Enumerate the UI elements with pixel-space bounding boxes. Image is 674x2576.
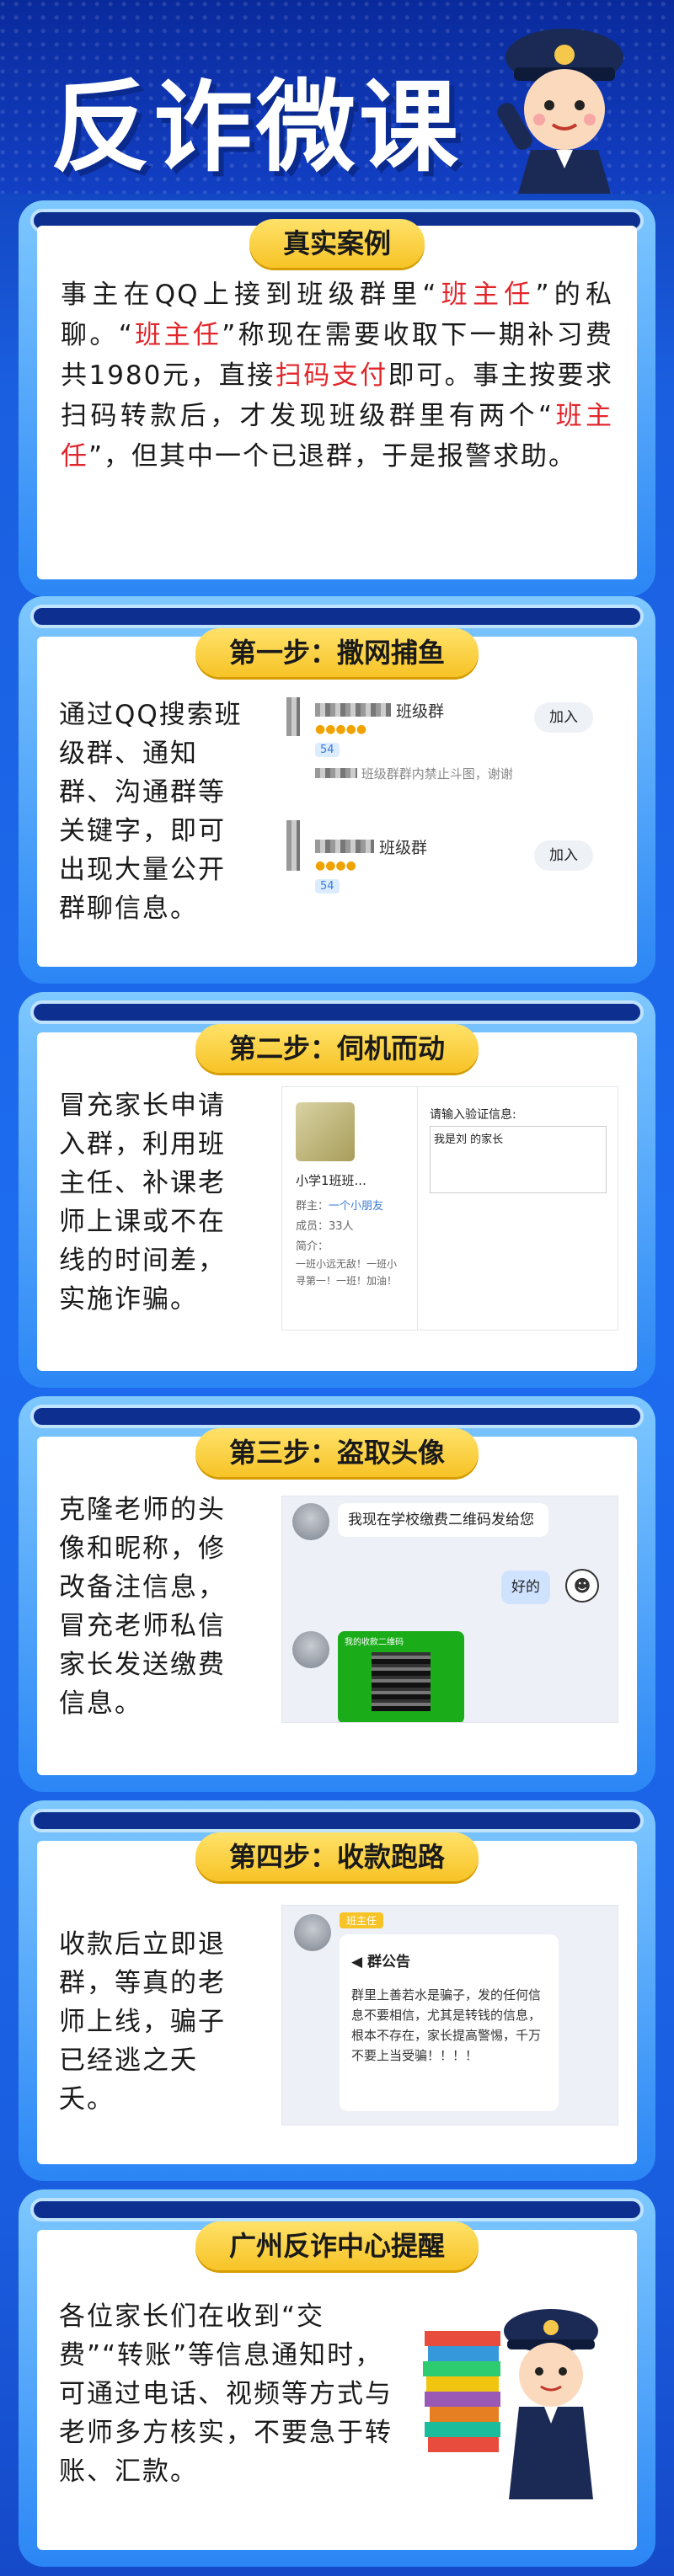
parent-avatar: ☻	[565, 1569, 599, 1603]
step1-text: 通过QQ搜索班级群、通知群、沟通群等关键字，即可出现大量公开群聊信息。	[59, 700, 243, 924]
step3-text: 克隆老师的头像和昵称，修改备注信息，冒充老师私信家长发送缴费信息。	[59, 1495, 226, 1719]
card-body: 第一步：撒网捕鱼 通过QQ搜索班级群、通知群、沟通群等关键字，即可出现大量公开群…	[37, 628, 637, 967]
notice-title: 群公告	[367, 1954, 410, 1971]
group1-name: 班级群	[396, 702, 445, 721]
step2-title-pill: 第二步：伺机而动	[195, 1024, 479, 1073]
case-seg-red: 班主任	[437, 280, 536, 310]
owner-label: 群主：	[296, 1200, 329, 1213]
card-body: 第二步：伺机而动 冒充家长申请入群，利用班主任、补课老师上课或不在线的时间差，实…	[37, 1024, 637, 1371]
step2-card: 第二步：伺机而动 冒充家长申请入群，利用班主任、补课老师上课或不在线的时间差，实…	[19, 992, 655, 1388]
step1-card: 第一步：撒网捕鱼 通过QQ搜索班级群、通知群、沟通群等关键字，即可出现大量公开群…	[19, 596, 655, 984]
group-rating-2: ●●●●	[315, 859, 356, 872]
card-top-bar	[30, 1809, 644, 1832]
police-with-books-icon	[423, 2309, 598, 2499]
qr-card: 我的收款二维码	[338, 1631, 464, 1722]
group-members: 成员：33人	[296, 1220, 354, 1233]
card-body: 广州反诈中心提醒 各位家长们在收到“交费”“转账”等信息通知时，可通过电话、视频…	[37, 2221, 637, 2550]
group-owner: 群主：一个小朋友	[296, 1197, 383, 1213]
group-name-2: 班级群	[315, 835, 427, 858]
police-mascot-icon	[497, 29, 623, 194]
verify-label: 请输入验证信息:	[430, 1108, 516, 1122]
card-top-bar	[30, 2198, 644, 2221]
group2-name: 班级群	[379, 839, 428, 857]
notice-screenshot: 班主任 ◀ 群公告 群里上善若水是骗子，发的任何信息不要相信，尤其是转钱的信息，…	[281, 1905, 618, 2125]
group-count-2: 54	[315, 879, 340, 893]
verify-input[interactable]: 我是刘 的家长	[430, 1126, 607, 1193]
step4-card: 第四步：收款跑路 收款后立即退群，等真的老师上线，骗子已经逃之夭夭。 班主任 ◀…	[19, 1800, 655, 2181]
scammer-avatar	[294, 1914, 331, 1951]
group1-desc: 班级群群内禁止斗图，谢谢	[361, 766, 513, 781]
case-seg: ”，但其中一个已退群，于是报警求助。	[88, 441, 577, 472]
step4-title-pill: 第四步：收款跑路	[195, 1832, 479, 1881]
card-body: 真实案例 事主在QQ上接到班级群里“班主任”的私聊。“班主任”称现在需要收取下一…	[37, 219, 637, 579]
step4-text: 收款后立即退群，等真的老师上线，骗子已经逃之夭夭。	[59, 1929, 226, 2115]
page-title: 反诈微课	[51, 69, 463, 185]
join-request-screenshot: 小学1班班... 群主：一个小朋友 成员：33人 简介： 一班小远无敌！一班小寻…	[281, 1086, 618, 1331]
step3-card: 第三步：盗取头像 克隆老师的头像和昵称，修改备注信息，冒充老师私信家长发送缴费信…	[19, 1396, 655, 1792]
group1-count: 54	[320, 744, 334, 756]
reminder-card: 广州反诈中心提醒 各位家长们在收到“交费”“转账”等信息通知时，可通过电话、视频…	[19, 2189, 655, 2567]
join-button[interactable]: 加入	[534, 840, 593, 871]
blurred-text	[315, 768, 357, 778]
group-name-1: 班级群	[315, 699, 444, 722]
qr-code-icon	[372, 1652, 431, 1711]
megaphone-icon: ◀	[351, 1954, 363, 1971]
group-search-screenshot: 班级群 ●●●●● 54 班级群群内禁止斗图，谢谢 加入 班级群 ●●●● 54…	[281, 694, 618, 938]
case-seg-red: 班主任	[133, 320, 222, 350]
notice-body: 群里上善若水是骗子，发的任何信息不要相信，尤其是转钱的信息，根本不存在，家长提高…	[351, 1987, 542, 2063]
group-avatar	[296, 1102, 355, 1161]
role-tag: 班主任	[340, 1912, 384, 1928]
blurred-name	[315, 703, 391, 717]
notice-card: ◀ 群公告 群里上善若水是骗子，发的任何信息不要相信，尤其是转钱的信息，根本不存…	[340, 1934, 559, 2111]
divider	[417, 1087, 418, 1330]
case-title-pill: 真实案例	[249, 219, 425, 268]
group-count-1: 54	[315, 743, 340, 757]
card-body: 第四步：收款跑路 收款后立即退群，等真的老师上线，骗子已经逃之夭夭。 班主任 ◀…	[37, 1832, 637, 2164]
group2-count: 54	[320, 880, 334, 893]
step1-title-pill: 第一步：撒网捕鱼	[195, 628, 479, 677]
step2-text: 冒充家长申请入群，利用班主任、补课老师上课或不在线的时间差，实施诈骗。	[59, 1091, 226, 1315]
notice-header: ◀ 群公告	[351, 1949, 410, 1971]
qr-label: 我的收款二维码	[345, 1638, 404, 1647]
card-top-bar	[30, 605, 644, 628]
group-intro: 一班小远无敌！一班小寻第一！一班！加油！	[296, 1258, 398, 1287]
case-seg: 事主在QQ上接到班级群里“	[61, 280, 438, 310]
teacher-avatar	[292, 1631, 329, 1668]
case-seg-red: 扫码支付	[275, 360, 388, 391]
header-banner: 反诈微课	[0, 0, 674, 194]
owner-value: 一个小朋友	[329, 1200, 384, 1213]
group-avatar	[286, 820, 300, 871]
card-top-bar	[30, 1000, 644, 1024]
case-text: 事主在QQ上接到班级群里“班主任”的私聊。“班主任”称现在需要收取下一期补习费共…	[61, 275, 613, 477]
card-body: 第三步：盗取头像 克隆老师的头像和昵称，修改备注信息，冒充老师私信家长发送缴费信…	[37, 1428, 637, 1775]
teacher-avatar	[292, 1503, 329, 1540]
group-avatar	[286, 697, 300, 736]
reminder-text: 各位家长们在收到“交费”“转账”等信息通知时，可通过电话、视频等方式与老师多方核…	[59, 2301, 393, 2487]
card-top-bar	[30, 1405, 644, 1428]
join-button[interactable]: 加入	[534, 702, 593, 733]
blurred-name	[315, 840, 374, 853]
step3-title-pill: 第三步：盗取头像	[195, 1428, 479, 1477]
chat-screenshot: 我现在学校缴费二维码发给您 好的 ☻ 我的收款二维码	[281, 1496, 618, 1723]
reminder-title-pill: 广州反诈中心提醒	[195, 2221, 479, 2270]
group-rating-1: ●●●●●	[315, 723, 367, 736]
teacher-message: 我现在学校缴费二维码发给您	[338, 1503, 548, 1537]
reply-bubble: 好的	[501, 1571, 550, 1604]
group-desc-1: 班级群群内禁止斗图，谢谢	[315, 765, 513, 782]
group-name: 小学1班班...	[296, 1173, 366, 1188]
group-intro-label: 简介：	[296, 1240, 329, 1253]
case-card: 真实案例 事主在QQ上接到班级群里“班主任”的私聊。“班主任”称现在需要收取下一…	[19, 200, 655, 596]
